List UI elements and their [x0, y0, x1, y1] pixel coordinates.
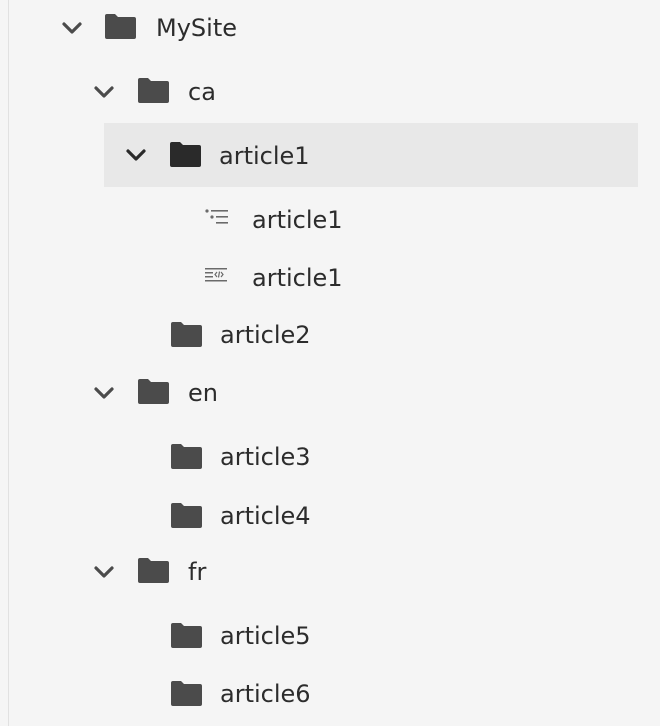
- tree-node-label: article5: [220, 622, 311, 650]
- tree-node-ca-article2[interactable]: article2: [0, 303, 640, 367]
- outline-list-icon: [204, 208, 230, 228]
- tree-node-label: MySite: [156, 14, 237, 42]
- tree-node-label: fr: [188, 558, 207, 586]
- folder-icon: [170, 680, 203, 707]
- tree-node-label: en: [188, 379, 218, 407]
- tree-node-label: article2: [220, 321, 311, 349]
- folder-icon: [104, 13, 137, 40]
- tree-node-fr[interactable]: fr: [0, 540, 640, 604]
- site-tree-panel: MySite ca article1 article1 article1 art…: [0, 0, 660, 726]
- folder-icon: [169, 141, 202, 168]
- folder-icon: [170, 502, 203, 529]
- tree-node-ca-article1[interactable]: article1: [104, 123, 638, 187]
- tree-node-fr-article6[interactable]: article6: [0, 662, 640, 726]
- tree-node-en-article3[interactable]: article3: [0, 425, 640, 489]
- chevron-down-icon[interactable]: [93, 386, 115, 400]
- chevron-down-icon[interactable]: [93, 85, 115, 99]
- tree-node-label: article1: [252, 206, 343, 234]
- folder-icon: [170, 321, 203, 348]
- folder-icon: [170, 622, 203, 649]
- folder-icon: [137, 77, 170, 104]
- tree-node-en[interactable]: en: [0, 361, 640, 425]
- folder-icon: [137, 557, 170, 584]
- chevron-down-icon[interactable]: [125, 148, 147, 162]
- tree-node-label: article4: [220, 502, 311, 530]
- folder-icon: [137, 378, 170, 405]
- tree-node-ca-article1-source[interactable]: article1: [0, 246, 640, 310]
- tree-node-mysite[interactable]: MySite: [0, 0, 640, 60]
- tree-node-label: article3: [220, 443, 311, 471]
- tree-node-label: article6: [220, 680, 311, 708]
- tree-node-label: ca: [188, 78, 216, 106]
- tree-node-label: article1: [219, 142, 310, 170]
- tree-node-en-article4[interactable]: article4: [0, 484, 640, 548]
- tree-node-fr-article5[interactable]: article5: [0, 604, 640, 668]
- tree-node-label: article1: [252, 264, 343, 292]
- chevron-down-icon[interactable]: [61, 21, 83, 35]
- folder-icon: [170, 443, 203, 470]
- chevron-down-icon[interactable]: [93, 565, 115, 579]
- tree-node-ca-article1-outline[interactable]: article1: [0, 188, 640, 252]
- code-document-icon: [204, 267, 230, 287]
- tree-node-ca[interactable]: ca: [0, 60, 640, 124]
